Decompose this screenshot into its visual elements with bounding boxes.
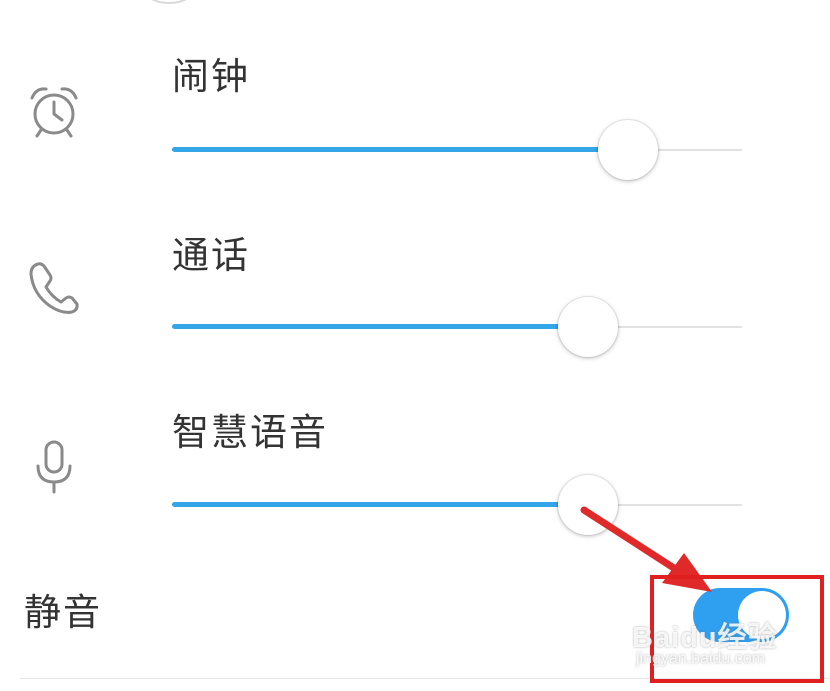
slider-fill bbox=[172, 324, 589, 329]
watermark: Baidu经验 jingyan.baidu.com bbox=[630, 612, 795, 672]
previous-slider-knob[interactable] bbox=[143, 0, 195, 4]
slider-knob[interactable] bbox=[558, 475, 619, 535]
smart-voice-volume-slider[interactable] bbox=[172, 475, 742, 535]
smart-voice-volume-label: 智慧语音 bbox=[172, 411, 328, 454]
alarm-clock-icon bbox=[22, 80, 86, 144]
slider-fill bbox=[172, 502, 589, 507]
slider-fill bbox=[172, 147, 628, 152]
slider-knob[interactable] bbox=[598, 120, 658, 180]
watermark-sub-text: jingyan.baidu.com bbox=[636, 650, 765, 667]
microphone-icon bbox=[22, 436, 86, 500]
mute-label: 静音 bbox=[24, 591, 102, 634]
call-volume-label: 通话 bbox=[172, 234, 250, 277]
alarm-volume-slider[interactable] bbox=[172, 120, 742, 180]
phone-icon bbox=[22, 256, 86, 320]
call-volume-slider[interactable] bbox=[172, 297, 742, 357]
volume-settings-screen: 闹钟 通话 智慧语音 静音 Baidu经验 jingyan.baidu.com bbox=[0, 0, 830, 691]
slider-knob[interactable] bbox=[558, 297, 619, 357]
alarm-volume-label: 闹钟 bbox=[172, 55, 250, 98]
